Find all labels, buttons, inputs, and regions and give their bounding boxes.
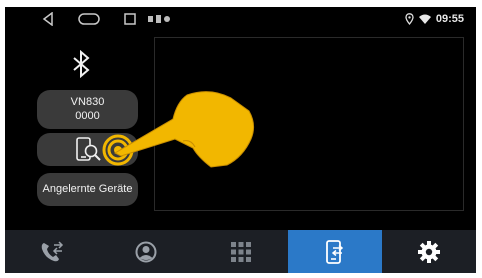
- phone-transfer-icon: [41, 240, 64, 261]
- back-icon[interactable]: [42, 12, 54, 26]
- tab-phone-link[interactable]: [287, 230, 382, 273]
- keypad-grid-icon: [230, 241, 251, 262]
- device-name: VN830: [70, 96, 105, 108]
- status-time: 09:55: [435, 13, 464, 25]
- tab-settings[interactable]: [382, 230, 476, 273]
- notification-icons: [148, 15, 170, 23]
- status-bar: 09:55: [5, 7, 476, 31]
- location-icon: [405, 13, 414, 25]
- tab-keypad[interactable]: [193, 230, 287, 273]
- recent-apps-icon[interactable]: [124, 12, 136, 26]
- device-list-panel: [154, 37, 464, 211]
- search-devices-button[interactable]: [37, 133, 138, 166]
- settings-gear-icon: [417, 240, 440, 263]
- paired-devices-button[interactable]: Angelernte Geräte: [37, 173, 138, 206]
- device-pin: 0000: [75, 110, 100, 122]
- wifi-icon: [418, 14, 431, 24]
- phone-link-icon: [325, 239, 343, 264]
- bluetooth-icon: [73, 50, 90, 78]
- tab-call-log[interactable]: [5, 230, 99, 273]
- bottom-nav: [5, 230, 476, 273]
- tab-contacts[interactable]: [99, 230, 193, 273]
- home-icon[interactable]: [78, 12, 100, 26]
- screen: 09:55 VN830 0000 Angelernte Geräte: [5, 7, 476, 273]
- device-name-pill[interactable]: VN830 0000: [37, 90, 138, 129]
- device-search-icon: [76, 137, 101, 161]
- contacts-icon: [135, 241, 157, 262]
